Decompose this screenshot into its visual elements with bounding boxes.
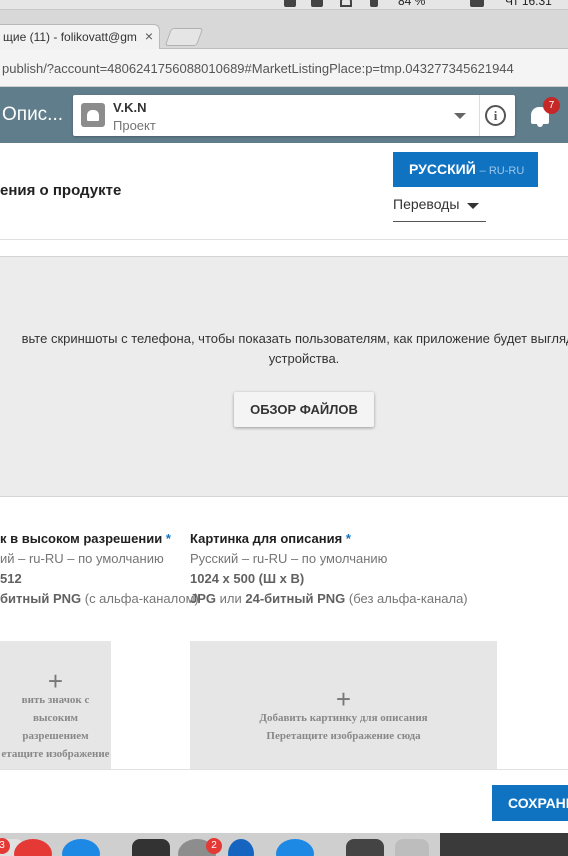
notifications-badge: 7 — [543, 97, 560, 114]
bookmark-icon[interactable] — [284, 0, 296, 7]
language-code: – RU-RU — [479, 165, 525, 177]
divider — [479, 95, 480, 136]
hires-icon-size-text: 512 — [0, 571, 22, 586]
drop-hint-line: Перетащите изображение сюда — [266, 730, 421, 742]
close-icon[interactable]: × — [145, 28, 153, 44]
app-header: Опис... V.K.N Проект i 7 — [0, 87, 568, 143]
page-title: Опис... — [2, 104, 64, 125]
feature-graphic-locale: Русский – ru-RU – по умолчанию — [190, 551, 388, 566]
new-tab-button[interactable] — [164, 28, 204, 46]
macos-menubar: 84 % Чт 16:31 — [0, 0, 568, 10]
divider — [0, 239, 568, 240]
plus-icon: + — [47, 666, 64, 696]
hires-icon-title: к в высоком разрешении * — [0, 531, 171, 546]
sublime-text-icon[interactable] — [132, 839, 170, 856]
hires-icon-size: 512 — [0, 571, 22, 586]
format-note: (без альфа-канала) — [345, 591, 468, 606]
app-selector[interactable]: V.K.N Проект i — [73, 95, 515, 136]
keyboard-layout-icon[interactable] — [470, 0, 484, 7]
feature-graphic-size: 1024 x 500 (Ш x В) — [190, 571, 304, 586]
plus-icon: + — [335, 684, 352, 714]
display-icon[interactable] — [311, 0, 323, 7]
language-button[interactable]: РУССКИЙ – RU-RU — [393, 152, 538, 187]
app-name: V.K.N — [113, 100, 147, 115]
app-subtitle: Проект — [113, 118, 156, 133]
browser-tab[interactable]: щие (11) - folikovatt@gm × — [0, 24, 160, 49]
settings-badge: 2 — [206, 838, 222, 854]
macos-dock: 3 2 — [0, 833, 568, 856]
upload-instructions-line1: вьте скриншоты с телефона, чтобы показат… — [21, 331, 568, 346]
translations-dropdown[interactable]: Переводы — [393, 196, 486, 222]
section-title: ения о продукте — [0, 182, 122, 199]
browse-files-button[interactable]: ОБЗОР ФАЙЛОВ — [234, 392, 374, 427]
hires-icon-locale: ий – ru-RU – по умолчанию — [0, 551, 164, 566]
format-jpg: JPG — [190, 591, 217, 606]
hires-icon-drop-zone[interactable]: + вить значок с высоким разрешением етащ… — [0, 641, 111, 778]
address-bar[interactable]: publish/?account=4806241756088010689#Mar… — [0, 49, 568, 87]
footer-bar: СОХРАНИ — [0, 769, 568, 833]
required-marker: * — [165, 531, 171, 546]
screenshot-drop-zone[interactable]: вьте скриншоты с телефона, чтобы показат… — [0, 256, 568, 497]
chevron-down-icon — [467, 203, 479, 209]
drop-hint-line: разрешением — [22, 730, 89, 742]
hires-icon-title-text: к в высоком разрешении — [0, 531, 163, 546]
wifi-icon[interactable] — [340, 0, 352, 7]
save-button[interactable]: СОХРАНИ — [492, 785, 568, 821]
trash-icon[interactable] — [395, 839, 429, 856]
tab-title: щие (11) - folikovatt@gm — [3, 30, 137, 44]
battery-level[interactable]: 84 % — [398, 0, 425, 8]
clock[interactable]: Чт 16:31 — [505, 0, 552, 8]
format-or: или — [216, 591, 246, 606]
feature-graphic-title: Картинка для описания * — [190, 531, 351, 546]
required-marker: * — [345, 531, 351, 546]
hires-icon-format-note: (с альфа-каналом) — [81, 591, 199, 606]
hires-icon-format-bold: битный PNG — [0, 591, 82, 606]
feature-graphic-title-text: Картинка для описания — [190, 531, 343, 546]
bluetooth-icon[interactable] — [370, 0, 378, 7]
finder-window-icon[interactable] — [346, 839, 384, 856]
url-text[interactable]: publish/?account=4806241756088010689#Mar… — [2, 61, 514, 76]
info-icon[interactable]: i — [485, 105, 506, 126]
upload-instructions-line2: устройства. — [268, 351, 340, 366]
format-png: 24-битный PNG — [245, 591, 346, 606]
chevron-down-icon[interactable] — [454, 113, 466, 119]
feature-graphic-drop-zone[interactable]: + Добавить картинку для описания Перетащ… — [190, 641, 497, 769]
feature-graphic-format: JPG или 24-битный PNG (без альфа-канала) — [190, 591, 468, 606]
drop-hint-line: етащите изображение — [1, 748, 110, 760]
translations-label: Переводы — [393, 196, 460, 212]
upload-instructions: вьте скриншоты с телефона, чтобы показат… — [0, 329, 568, 369]
hires-icon-format: битный PNG (с альфа-каналом) — [0, 591, 199, 606]
android-icon — [81, 103, 105, 127]
browser-tab-strip: щие (11) - folikovatt@gm × — [0, 10, 568, 49]
feature-graphic-size-text: 1024 x 500 (Ш x В) — [190, 571, 305, 586]
drop-hint-line: вить значок с высоким — [21, 694, 90, 724]
drop-hint-line: Добавить картинку для описания — [259, 712, 428, 724]
language-label: РУССКИЙ — [409, 161, 476, 177]
